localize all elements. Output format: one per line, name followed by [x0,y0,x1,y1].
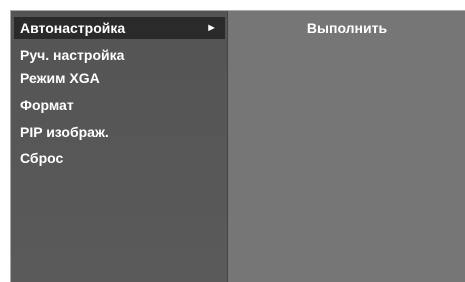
menu-item-format[interactable]: Формат [14,94,225,116]
osd-menu: Автонастройка ► Руч. настройка Режим XGA… [10,10,465,282]
execute-option[interactable]: Выполнить [229,17,465,39]
submenu-panel: Выполнить [229,11,465,282]
menu-item-pip-image[interactable]: PIP изображ. [14,121,225,143]
menu-item-label: PIP изображ. [20,124,109,140]
menu-item-xga-mode[interactable]: Режим XGA [14,67,225,89]
menu-item-label: Формат [20,97,74,113]
arrow-right-icon: ► [206,22,217,34]
menu-item-reset[interactable]: Сброс [14,147,225,169]
menu-item-label: Режим XGA [20,70,100,86]
main-menu-panel: Автонастройка ► Руч. настройка Режим XGA… [11,11,227,282]
menu-item-manual-tuning[interactable]: Руч. настройка [14,44,225,66]
menu-item-label: Руч. настройка [20,47,125,63]
menu-item-auto-tuning[interactable]: Автонастройка ► [14,17,225,39]
menu-item-label: Сброс [20,150,64,166]
menu-item-label: Автонастройка [20,20,126,36]
